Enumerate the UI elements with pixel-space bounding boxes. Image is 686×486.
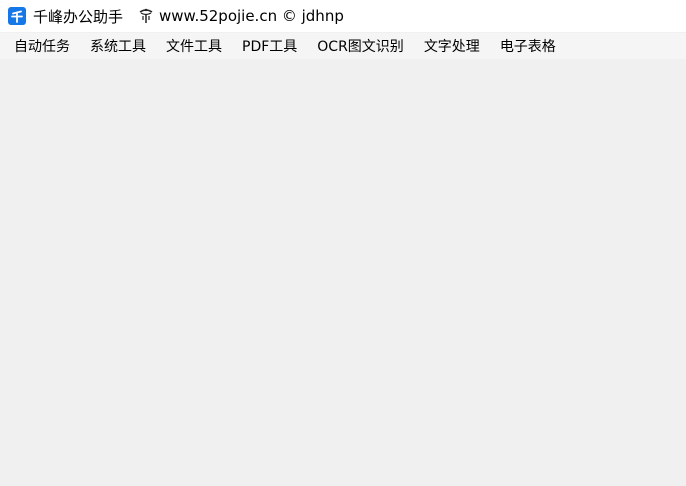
menu-item-spreadsheet[interactable]: 电子表格: [490, 33, 566, 59]
app-title: 千峰办公助手: [33, 7, 124, 26]
site-credit-text: www.52pojie.cn © jdhnp: [159, 7, 344, 25]
menu-item-file-tools[interactable]: 文件工具: [156, 33, 232, 59]
client-area: [0, 59, 686, 486]
title-bar: 千峰办公助手 www.52pojie.cn © jdhnp: [0, 0, 686, 32]
app-logo-icon: [8, 7, 26, 25]
menu-item-ocr[interactable]: OCR图文识别: [307, 33, 414, 59]
menu-item-system-tools[interactable]: 系统工具: [80, 33, 156, 59]
menu-bar: 自动任务 系统工具 文件工具 PDF工具 OCR图文识别 文字处理 电子表格: [0, 33, 686, 59]
menu-item-pdf-tools[interactable]: PDF工具: [232, 33, 307, 59]
menu-item-text-processing[interactable]: 文字处理: [414, 33, 490, 59]
pojie-logo-icon: [137, 6, 155, 26]
menu-item-auto-tasks[interactable]: 自动任务: [4, 33, 80, 59]
